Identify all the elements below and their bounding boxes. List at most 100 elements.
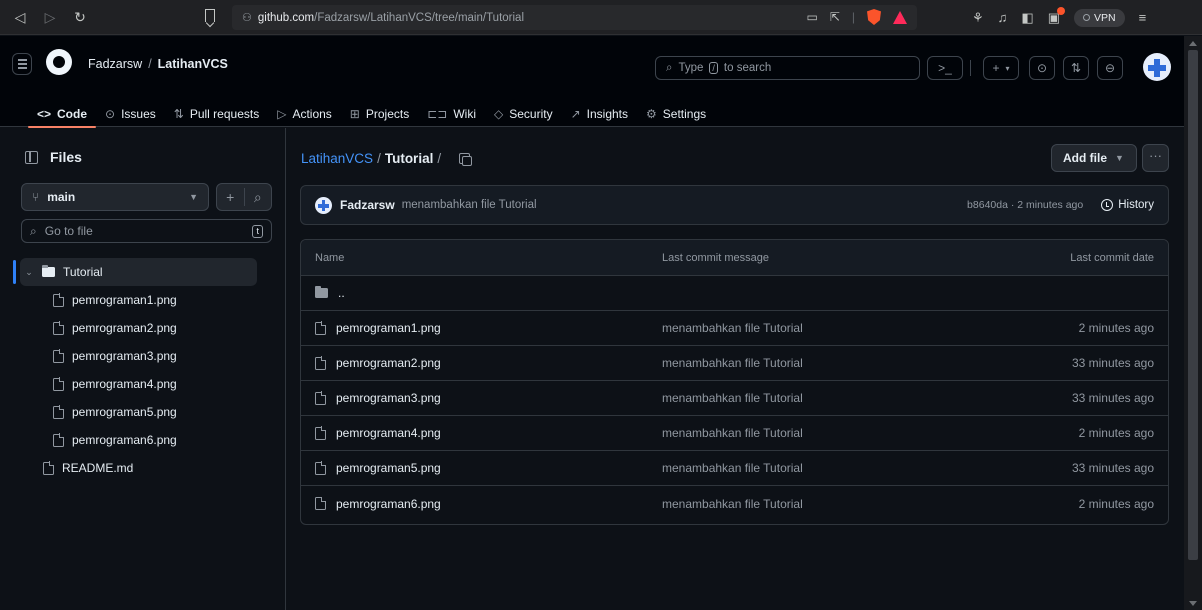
sidebar-collapse-icon[interactable]: [25, 150, 38, 164]
tree-file[interactable]: pemrograman5.png: [20, 398, 257, 426]
github-logo-icon[interactable]: [46, 49, 72, 75]
table-row[interactable]: pemrograman2.png menambahkan file Tutori…: [301, 346, 1168, 381]
site-info-icon[interactable]: ⚇: [242, 11, 252, 24]
file-name-link[interactable]: pemrograman6.png: [336, 497, 441, 511]
tab-security[interactable]: ◇ Security: [485, 101, 562, 127]
search-icon: ⌕: [30, 223, 37, 238]
issue-icon: ⊙: [1036, 61, 1048, 75]
file-name-link[interactable]: pemrograman2.png: [336, 356, 441, 370]
create-new-button[interactable]: + ▾: [983, 56, 1019, 80]
sidebar-toggle-icon[interactable]: ◧: [1021, 10, 1033, 26]
commit-message-link[interactable]: menambahkan file Tutorial: [662, 321, 1002, 335]
tab-actions[interactable]: ▷ Actions: [268, 101, 341, 127]
scroll-up-icon[interactable]: [1189, 41, 1197, 46]
table-row[interactable]: pemrograman6.png menambahkan file Tutori…: [301, 486, 1168, 521]
table-icon: ⊞: [349, 107, 360, 121]
media-icon[interactable]: ♫: [998, 10, 1008, 25]
user-avatar[interactable]: [1143, 53, 1171, 81]
reload-icon[interactable]: ↻: [72, 9, 88, 26]
tab-projects[interactable]: ⊞ Projects: [341, 101, 418, 127]
commit-message[interactable]: menambahkan file Tutorial: [402, 199, 537, 211]
more-options-button[interactable]: ···: [1142, 144, 1169, 172]
go-to-file-input[interactable]: ⌕ Go to file t: [21, 219, 272, 243]
scrollbar-thumb[interactable]: [1188, 50, 1198, 560]
vpn-status-icon: [1083, 14, 1090, 21]
tree-file[interactable]: pemrograman3.png: [20, 342, 257, 370]
repo-link[interactable]: LatihanVCS: [158, 57, 228, 71]
commit-message-link[interactable]: menambahkan file Tutorial: [662, 497, 1002, 511]
tree-file[interactable]: pemrograman1.png: [20, 286, 257, 314]
tree-file[interactable]: README.md: [20, 454, 257, 482]
tree-file[interactable]: pemrograman2.png: [20, 314, 257, 342]
chevron-down-icon[interactable]: ⌄: [24, 267, 34, 278]
copy-path-icon[interactable]: [459, 153, 473, 166]
file-icon: [315, 496, 327, 510]
back-icon[interactable]: ◁: [12, 9, 28, 26]
file-icon: [53, 349, 65, 363]
brave-shield-icon[interactable]: [867, 9, 881, 25]
tree-item-label: pemrograman2.png: [72, 321, 177, 335]
commit-author-avatar[interactable]: [315, 196, 332, 214]
history-button[interactable]: History: [1101, 199, 1154, 211]
bookmark-icon[interactable]: [205, 9, 215, 22]
header-divider: [970, 60, 971, 76]
commit-message-link[interactable]: menambahkan file Tutorial: [662, 356, 1002, 370]
tree-file[interactable]: pemrograman4.png: [20, 370, 257, 398]
share-icon[interactable]: ⇱: [830, 10, 840, 24]
go-to-file-shortcut: t: [252, 224, 263, 238]
file-icon: [53, 405, 65, 419]
parent-directory-row[interactable]: ..: [301, 276, 1168, 311]
commit-author[interactable]: Fadzarsw: [340, 198, 395, 212]
issue-icon: ⊙: [105, 107, 116, 121]
tab-code[interactable]: <> Code: [28, 101, 97, 128]
cast-icon[interactable]: ▭: [806, 10, 817, 24]
inbox-button[interactable]: ⊖: [1097, 56, 1123, 80]
tab-issues[interactable]: ⊙ Issues: [96, 101, 165, 127]
command-palette-button[interactable]: >_: [927, 56, 963, 80]
file-name-link[interactable]: pemrograman3.png: [336, 391, 441, 405]
tab-insights[interactable]: ↗ Insights: [562, 101, 637, 127]
search-icon[interactable]: ⌕: [245, 189, 272, 206]
table-row[interactable]: pemrograman1.png menambahkan file Tutori…: [301, 311, 1168, 346]
tab-label: Actions: [292, 107, 332, 121]
tree-folder-tutorial[interactable]: ⌄ Tutorial: [20, 258, 257, 286]
file-name-link[interactable]: pemrograman5.png: [336, 461, 441, 475]
address-bar[interactable]: ⚇ github.com/Fadzarsw/LatihanVCS/tree/ma…: [232, 5, 917, 30]
table-row[interactable]: pemrograman3.png menambahkan file Tutori…: [301, 381, 1168, 416]
commit-message-link[interactable]: menambahkan file Tutorial: [662, 391, 1002, 405]
add-file-icon[interactable]: +: [217, 189, 244, 205]
branch-selector[interactable]: ⑂ main ▼: [21, 183, 209, 211]
commit-hash-time[interactable]: b8640da · 2 minutes ago: [967, 199, 1083, 211]
branch-icon: ⑂: [32, 190, 40, 204]
vpn-button[interactable]: VPN: [1074, 8, 1125, 27]
forward-icon[interactable]: ▷: [42, 9, 58, 26]
owner-link[interactable]: Fadzarsw: [88, 57, 142, 71]
commit-message-link[interactable]: menambahkan file Tutorial: [662, 426, 1002, 440]
table-row[interactable]: pemrograman4.png menambahkan file Tutori…: [301, 416, 1168, 451]
issues-button[interactable]: ⊙: [1029, 56, 1055, 80]
brave-rewards-icon[interactable]: [893, 10, 907, 24]
page-scrollbar[interactable]: [1184, 36, 1202, 610]
breadcrumb-repo-link[interactable]: LatihanVCS: [301, 151, 373, 166]
browser-toolbar: ◁ ▷ ↻ ⚇ github.com/Fadzarsw/LatihanVCS/t…: [0, 0, 1202, 35]
wallet-icon[interactable]: ▣: [1048, 6, 1066, 26]
file-name-link[interactable]: pemrograman4.png: [336, 426, 441, 440]
pull-requests-button[interactable]: ⇅: [1063, 56, 1089, 80]
commit-message-link[interactable]: menambahkan file Tutorial: [662, 461, 1002, 475]
tree-file[interactable]: pemrograman6.png: [20, 426, 257, 454]
file-icon: [315, 321, 327, 335]
hamburger-menu-button[interactable]: [12, 53, 32, 75]
book-icon: ⊏⊐: [427, 107, 448, 121]
file-name-link[interactable]: pemrograman1.png: [336, 321, 441, 335]
tab-settings[interactable]: ⚙ Settings: [637, 101, 715, 127]
browser-menu-icon[interactable]: ≡: [1139, 10, 1147, 25]
extensions-icon[interactable]: ⚘: [972, 10, 984, 26]
search-input[interactable]: ⌕ Type / to search: [655, 56, 920, 80]
tab-pull-requests[interactable]: ⇅ Pull requests: [165, 101, 268, 127]
tab-wiki[interactable]: ⊏⊐ Wiki: [418, 101, 485, 127]
scroll-down-icon[interactable]: [1189, 601, 1197, 606]
url-text: github.com/Fadzarsw/LatihanVCS/tree/main…: [258, 12, 524, 24]
add-file-button[interactable]: Add file ▼: [1051, 144, 1137, 172]
table-row[interactable]: pemrograman5.png menambahkan file Tutori…: [301, 451, 1168, 486]
file-icon: [315, 356, 327, 370]
